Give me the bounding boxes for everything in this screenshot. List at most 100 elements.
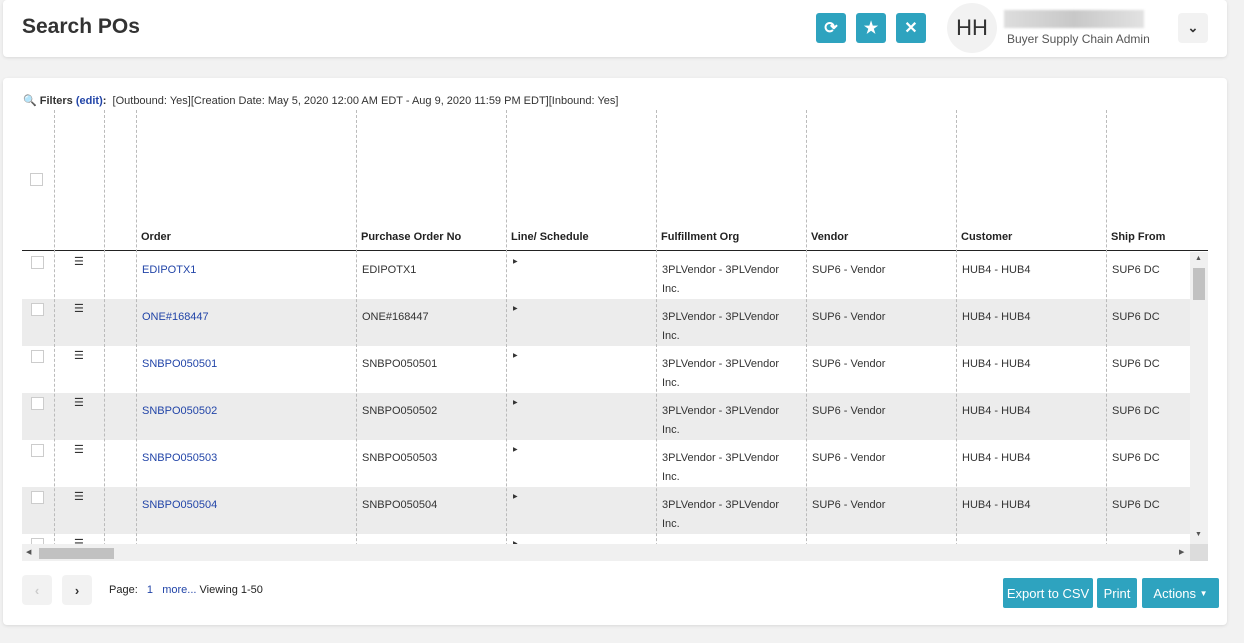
user-role: Buyer Supply Chain Admin (1007, 32, 1150, 46)
expand-caret-icon[interactable]: ▶ (513, 399, 518, 406)
schedule-list-icon[interactable]: ☰ (74, 490, 84, 503)
scroll-down-icon[interactable]: ▼ (1195, 531, 1202, 538)
close-icon: ✕ (904, 20, 918, 37)
order-link[interactable]: SNBPO050503 (142, 449, 217, 468)
refresh-button[interactable]: ⟳ (816, 13, 846, 43)
customer: HUB4 - HUB4 (962, 499, 1031, 511)
order-link[interactable]: ONE#168447 (142, 308, 209, 327)
ship-from: SUP6 DC (1112, 264, 1160, 276)
expand-caret-icon[interactable]: ▶ (513, 258, 518, 265)
viewing-range: Viewing 1-50 (199, 584, 263, 596)
refresh-icon: ⟳ (824, 20, 838, 37)
ship-from: SUP6 DC (1112, 358, 1160, 370)
chevron-down-icon: ⌄ (1187, 20, 1199, 35)
chevron-left-icon: ‹ (34, 582, 40, 598)
ship-from: SUP6 DC (1112, 452, 1160, 464)
order-link[interactable]: SNBPO050502 (142, 402, 217, 421)
customer: HUB4 - HUB4 (962, 311, 1031, 323)
vertical-scrollbar[interactable]: ▲ ▼ (1190, 252, 1208, 544)
vendor: SUP6 - Vendor (812, 358, 886, 370)
order-link[interactable]: SNBPO050501 (142, 355, 217, 374)
vertical-scroll-thumb[interactable] (1193, 268, 1205, 300)
expand-caret-icon[interactable]: ▶ (513, 305, 518, 312)
star-icon: ★ (863, 20, 879, 37)
row-checkbox[interactable] (31, 444, 44, 457)
expand-caret-icon[interactable]: ▶ (513, 446, 518, 453)
column-header-vendor[interactable]: Vendor (811, 231, 848, 243)
column-header-po-no[interactable]: Purchase Order No (361, 231, 461, 243)
schedule-list-icon[interactable]: ☰ (74, 537, 84, 544)
select-all-checkbox[interactable] (30, 173, 43, 186)
expand-caret-icon[interactable]: ▶ (513, 493, 518, 500)
row-checkbox[interactable] (31, 350, 44, 363)
schedule-list-icon[interactable]: ☰ (74, 349, 84, 362)
expand-caret-icon[interactable]: ▶ (513, 352, 518, 359)
prev-page-button[interactable]: ‹ (22, 575, 52, 605)
scroll-right-icon[interactable]: ▶ (1179, 548, 1184, 556)
fulfillment-org: 3PLVendor - 3PLVendor Inc. (662, 358, 780, 389)
ship-from: SUP6 DC (1112, 405, 1160, 417)
po-number: SNBPO050501 (362, 358, 438, 370)
export-csv-button[interactable]: Export to CSV (1003, 578, 1093, 608)
user-menu-button[interactable]: ⌄ (1178, 13, 1208, 43)
fulfillment-org: 3PLVendor - 3PLVendor Inc. (662, 264, 780, 295)
edit-filters-link[interactable]: (edit) (76, 95, 103, 107)
fulfillment-org: 3PLVendor - 3PLVendor Inc. (662, 405, 780, 436)
pager: Page: 1 more... Viewing 1-50 (109, 584, 263, 596)
ship-from: SUP6 DC (1112, 311, 1160, 323)
column-header-line-schedule[interactable]: Line/ Schedule (511, 231, 589, 243)
schedule-list-icon[interactable]: ☰ (74, 255, 84, 268)
actions-dropdown-button[interactable]: Actions ▼ (1142, 578, 1219, 608)
page-number-link[interactable]: 1 (147, 584, 153, 596)
page-header: Search POs ⟳ ★ ✕ HH Buyer Supply Chain A… (3, 0, 1227, 57)
vendor: SUP6 - Vendor (812, 264, 886, 276)
caret-down-icon: ▼ (1199, 588, 1208, 598)
row-checkbox[interactable] (31, 256, 44, 269)
column-header-order[interactable]: Order (141, 231, 171, 243)
scroll-left-icon[interactable]: ◀ (26, 548, 31, 556)
table-row[interactable]: ☰ SNBPO050503 SNBPO050503 ▶ 3PLVendor - … (22, 440, 1190, 487)
horizontal-scroll-thumb[interactable] (39, 548, 114, 559)
table-body: ☰ EDIPOTX1 EDIPOTX1 ▶ 3PLVendor - 3PLVen… (22, 252, 1190, 544)
horizontal-scrollbar[interactable]: ◀ ▶ (22, 544, 1190, 561)
vendor: SUP6 - Vendor (812, 452, 886, 464)
results-panel: 🔍 Filters (edit): [Outbound: Yes][Creati… (3, 78, 1227, 625)
schedule-list-icon[interactable]: ☰ (74, 396, 84, 409)
customer: HUB4 - HUB4 (962, 405, 1031, 417)
table-row[interactable]: ☰ EDIPOTX1 EDIPOTX1 ▶ 3PLVendor - 3PLVen… (22, 252, 1190, 299)
row-checkbox[interactable] (31, 303, 44, 316)
actions-label: Actions (1153, 585, 1197, 601)
table-row[interactable]: ☰ SNBPO050504 SNBPO050504 ▶ 3PLVendor - … (22, 487, 1190, 534)
column-header-customer[interactable]: Customer (961, 231, 1012, 243)
vendor: SUP6 - Vendor (812, 311, 886, 323)
close-button[interactable]: ✕ (896, 13, 926, 43)
table-row[interactable]: ☰ SNBPO050502 SNBPO050502 ▶ 3PLVendor - … (22, 393, 1190, 440)
scroll-up-icon[interactable]: ▲ (1195, 255, 1202, 262)
table-header: Order Purchase Order No Line/ Schedule F… (22, 110, 1208, 251)
print-button[interactable]: Print (1097, 578, 1137, 608)
search-icon: 🔍 (23, 95, 37, 107)
fulfillment-org: 3PLVendor - 3PLVendor Inc. (662, 452, 780, 483)
table-row[interactable]: ☰ SNBPO050501 SNBPO050501 ▶ 3PLVendor - … (22, 346, 1190, 393)
table-row[interactable]: ☰ ONE#168447 ONE#168447 ▶ 3PLVendor - 3P… (22, 299, 1190, 346)
po-number: ONE#168447 (362, 311, 429, 323)
page-title: Search POs (22, 15, 140, 38)
fulfillment-org: 3PLVendor - 3PLVendor Inc. (662, 499, 780, 530)
column-header-fulfillment-org[interactable]: Fulfillment Org (661, 231, 739, 243)
table-row[interactable]: ☰ ▶ (22, 534, 1190, 544)
filters-colon: : (102, 95, 107, 107)
schedule-list-icon[interactable]: ☰ (74, 443, 84, 456)
order-link[interactable]: SNBPO050504 (142, 496, 217, 515)
order-link[interactable]: EDIPOTX1 (142, 261, 196, 280)
filters-bar: 🔍 Filters (edit): [Outbound: Yes][Creati… (23, 94, 618, 107)
next-page-button[interactable]: › (62, 575, 92, 605)
column-header-ship-from[interactable]: Ship From (1111, 231, 1165, 243)
vendor: SUP6 - Vendor (812, 405, 886, 417)
favorite-button[interactable]: ★ (856, 13, 886, 43)
avatar[interactable]: HH (947, 3, 997, 53)
row-checkbox[interactable] (31, 491, 44, 504)
schedule-list-icon[interactable]: ☰ (74, 302, 84, 315)
row-checkbox[interactable] (31, 397, 44, 410)
more-pages-link[interactable]: more... (162, 584, 196, 596)
customer: HUB4 - HUB4 (962, 452, 1031, 464)
